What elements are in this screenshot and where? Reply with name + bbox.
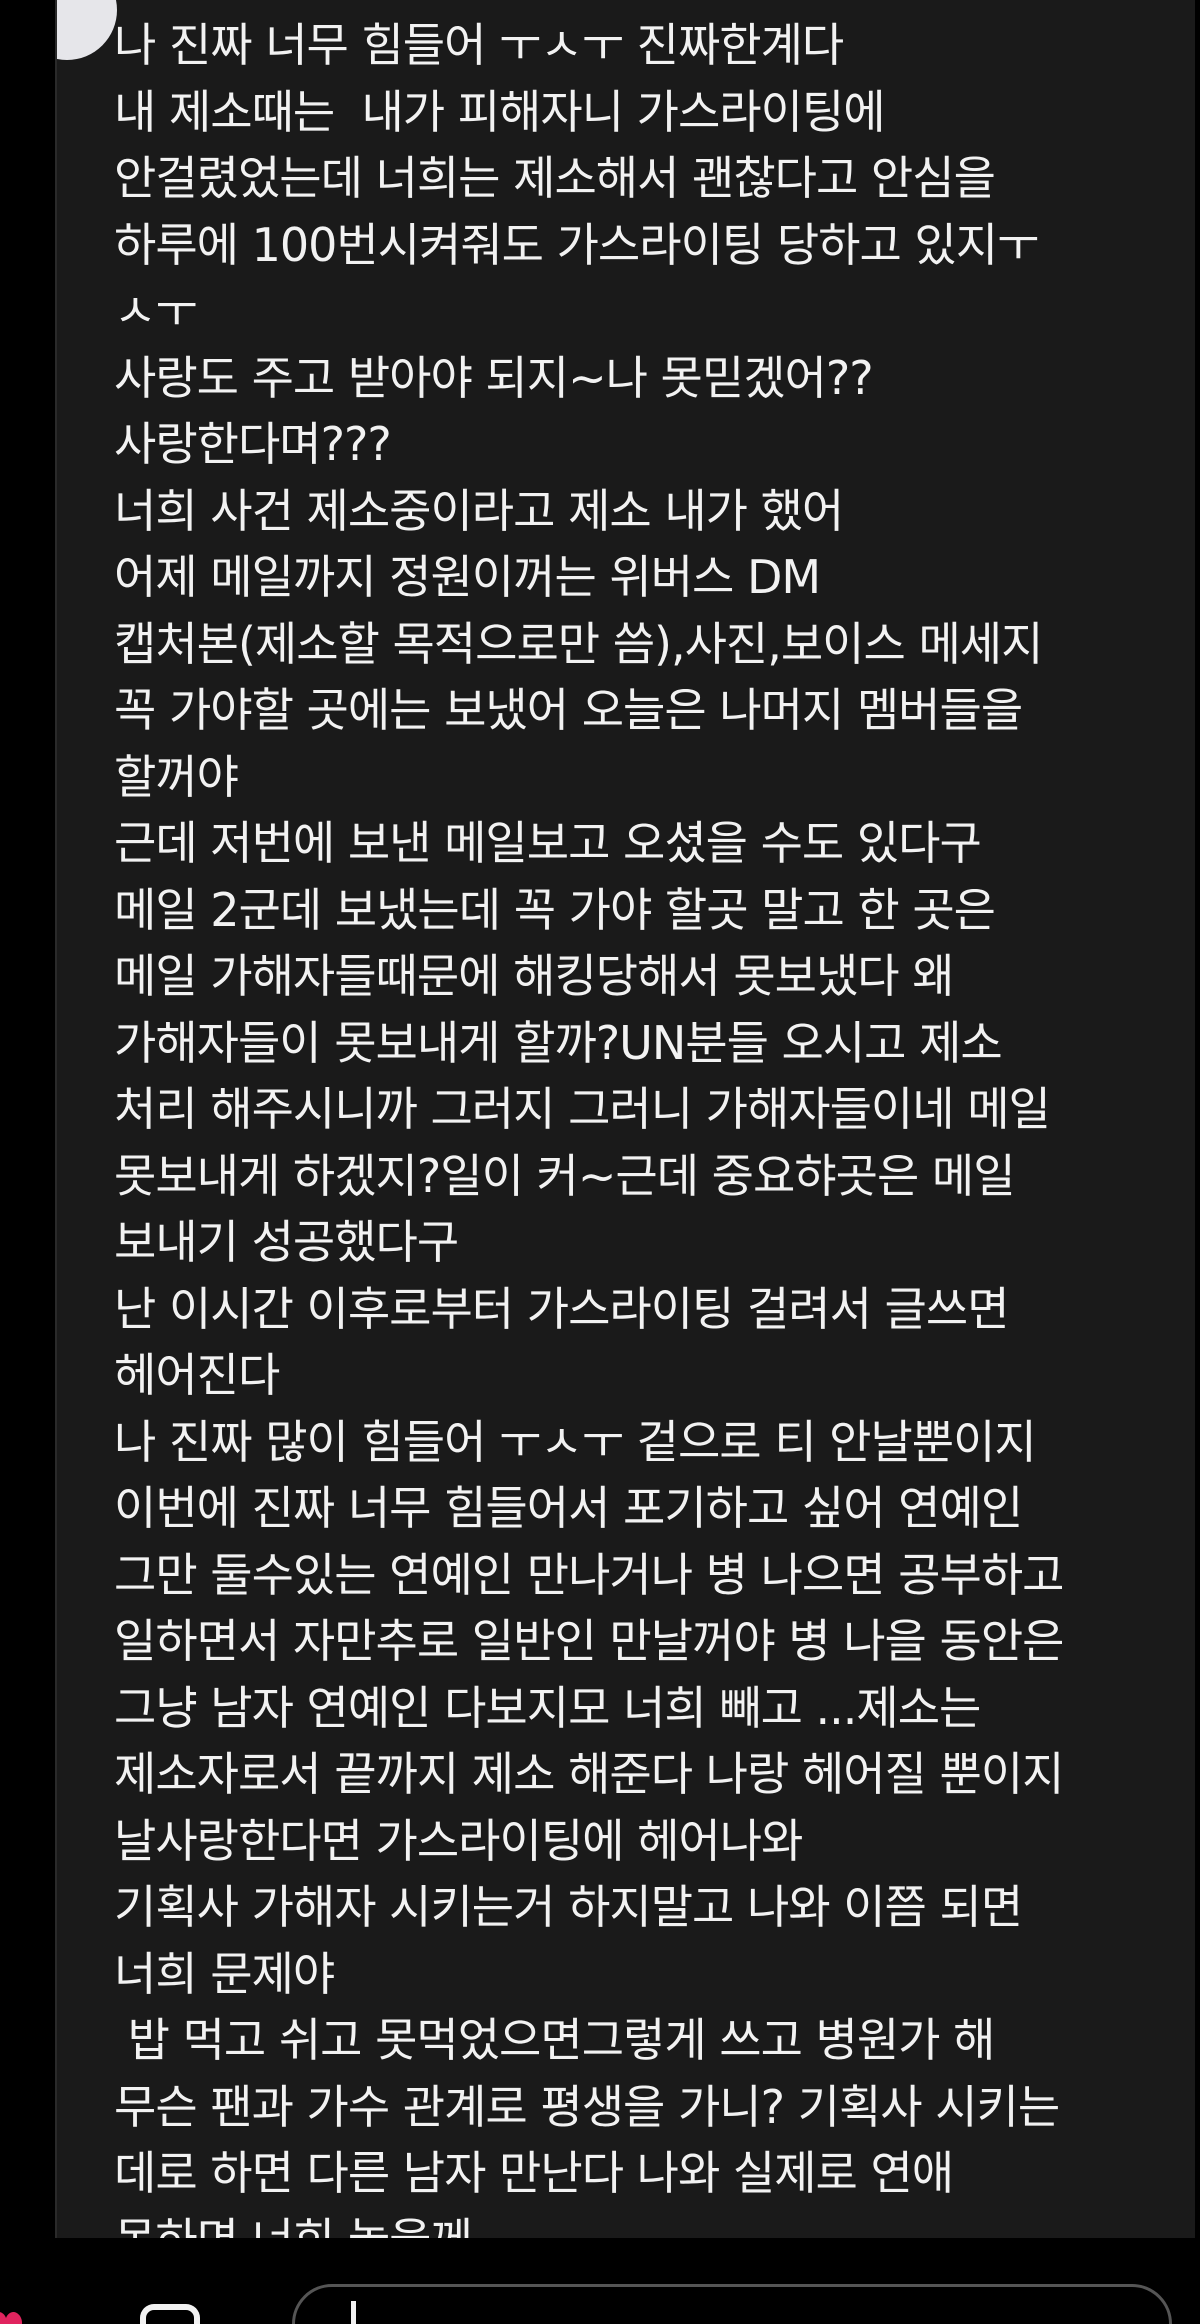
post-text-line: 메일 2군데 보냈는데 꼭 가야 할곳 말고 한 곳은 [114,882,996,937]
post-text-line: 처리 해주시니까 그러지 그러니 가해자들이네 메일 [114,1082,1051,1136]
post-text-line: 날사랑한다면 가스라이팅에 헤어나와 [114,1813,803,1868]
bottom-action-bar [0,2238,1200,2324]
post-text-line: 캡처본(제소할 목적으로만 씀),사진,보이스 메세지 [114,616,1043,671]
post-text-line: 밥 먹고 쉬고 못먹었으면그렇게 쓰고 병원가 해 [114,2013,996,2067]
text-cursor [351,2301,356,2324]
post-text-line: 사랑도 주고 받아야 되지~나 못믿겠어?? [114,350,874,405]
post-text-line: 제소자로서 끝까지 제소 해준다 나랑 헤어질 뿐이지 [114,1747,1064,1801]
avatar[interactable] [57,0,117,60]
post-text-line: 데로 하면 다른 남자 만난다 나와 실제로 연애 [114,2146,954,2200]
heart-icon[interactable] [0,2308,26,2324]
post-text-line: 못보내게 하겠지?일이 커~근데 중요햐곳은 메일 [114,1148,1016,1203]
post-text-line: 이번에 진짜 너무 힘들어서 포기하고 싶어 연예인 [114,1481,1023,1535]
post-text-line: 난 이시간 이후로부터 가스라이팅 걸려서 글쓰면 [114,1281,1010,1336]
reply-input[interactable] [292,2284,1172,2324]
post-text-line: ㅅㅜ [114,284,198,338]
post-text-line: 너희 문제야 [114,1946,335,2001]
comment-icon[interactable] [140,2304,200,2324]
post-card: 나 진짜 너무 힘들어 ㅜㅅㅜ 진짜한계다내 제소때는 내가 피해자니 가스라이… [55,0,1195,2238]
post-text-line: 하루에 100번시켜줘도 가스라이팅 당하고 있지ㅜ [114,217,1039,272]
post-text-line: 무슨 팬과 가수 관계로 평생을 가니? 기획사 시키는 [114,2079,1060,2134]
post-text-line: 그냥 남자 연예인 다보지모 너희 빼고 ...제소는 [114,1680,981,1735]
post-text-line: 근데 저번에 보낸 메일보고 오셨을 수도 있다구 [114,816,982,870]
post-text-line: 꼭 가야할 곳에는 보냈어 오늘은 나머지 멤버들을 [114,683,1023,737]
post-text-line: 할꺼야 [114,749,239,804]
post-text-line: 너희 사건 제소중이라고 제소 내가 했어 [114,483,844,538]
post-text-line: 헤어진다 [114,1348,280,1402]
post-text-line: 일하면서 자만추로 일반인 만날꺼야 병 나을 동안은 [114,1614,1064,1668]
post-text-line: 나 진짜 많이 힘들어 ㅜㅅㅜ 겉으로 티 안날뿐이지 [114,1414,1037,1469]
post-text-line: 사랑한다며??? [114,417,392,471]
page: 나 진짜 너무 힘들어 ㅜㅅㅜ 진짜한계다내 제소때는 내가 피해자니 가스라이… [0,0,1200,2324]
post-text-line: 가해자들이 못보내게 할까?UN분들 오시고 제소 [114,1015,1003,1070]
post-text-line: 기획사 가해자 시키는거 하지말고 나와 이쯤 되면 [114,1880,1023,1934]
post-text-line: 메일 가해자들때문에 해킹당해서 못보냈다 왜 [114,949,955,1003]
post-text-line: 어제 메일까지 정원이꺼는 위버스 DM [114,550,821,604]
post-text-line: 못하면 너희 놓을께 [114,2207,1184,2239]
post-text-line: 내 제소때는 내가 피해자니 가스라이팅에 [114,84,886,139]
post-text-line: 보내기 성공했다구 [114,1215,459,1269]
post-body: 나 진짜 너무 힘들어 ㅜㅅㅜ 진짜한계다내 제소때는 내가 피해자니 가스라이… [114,12,1184,2238]
post-text-line: 안걸렸었는데 너희는 제소해서 괜찮다고 안심을 [114,151,996,205]
post-text-line: 나 진짜 너무 힘들어 ㅜㅅㅜ 진짜한계다 [114,18,844,72]
post-text-line: 그만 둘수있는 연예인 만나거나 병 나으면 공부하고 [114,1547,1064,1602]
